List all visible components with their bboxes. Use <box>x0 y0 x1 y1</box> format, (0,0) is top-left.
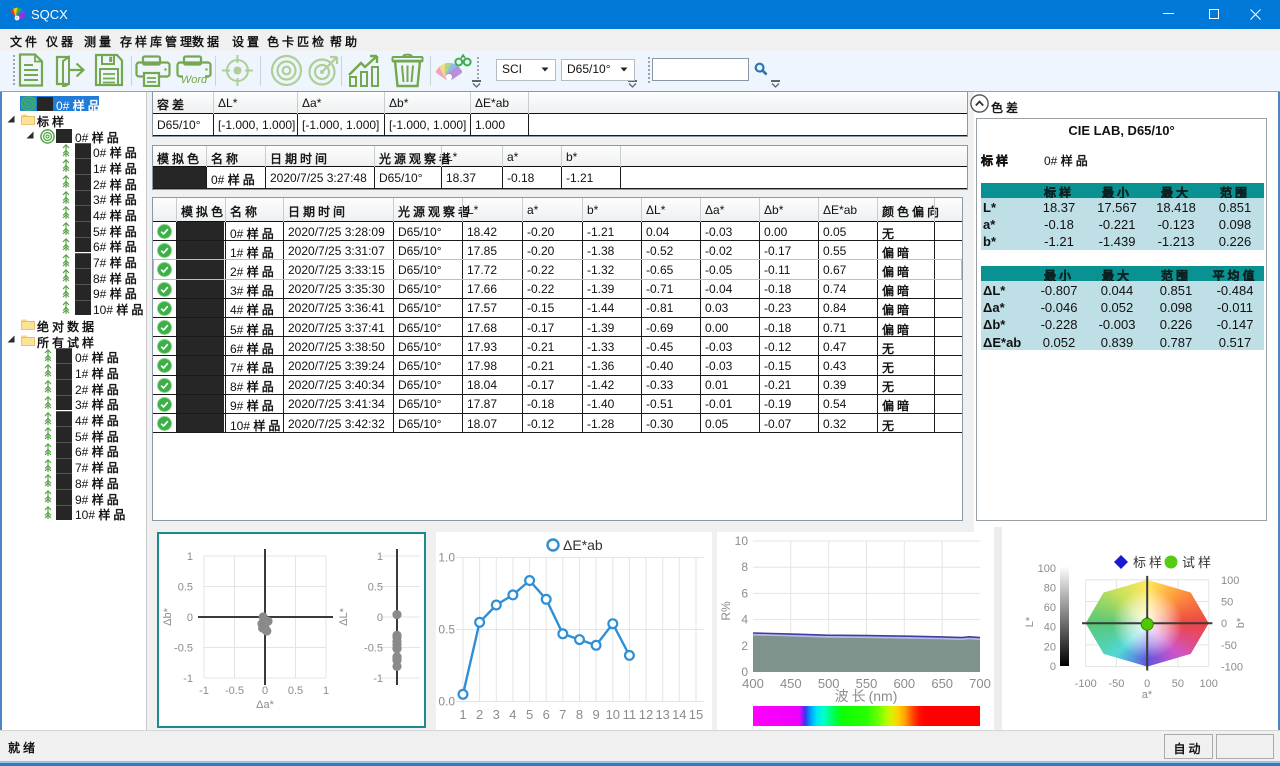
svg-text:Word: Word <box>181 74 208 86</box>
svg-text:100: 100 <box>1200 678 1218 690</box>
svg-text:-50: -50 <box>1221 640 1237 652</box>
svg-text:-0.5: -0.5 <box>174 643 193 655</box>
svg-text:1: 1 <box>459 707 466 722</box>
svg-text:11: 11 <box>623 707 637 722</box>
svg-text:4: 4 <box>509 707 516 722</box>
svg-text:1: 1 <box>187 551 193 563</box>
svg-text:-0.5: -0.5 <box>364 643 383 655</box>
svg-text:1.0: 1.0 <box>438 551 455 565</box>
svg-text:2: 2 <box>476 707 483 722</box>
svg-text:试样: 试样 <box>1182 555 1214 570</box>
svg-text:450: 450 <box>780 676 802 691</box>
svg-text:13: 13 <box>655 707 669 722</box>
svg-text:20: 20 <box>1044 641 1056 653</box>
svg-text:100: 100 <box>1038 563 1056 575</box>
svg-text:波长(nm): 波长(nm) <box>835 688 898 704</box>
svg-text:100: 100 <box>1221 575 1239 587</box>
svg-text:1: 1 <box>323 685 329 697</box>
svg-text:8: 8 <box>576 707 583 722</box>
svg-text:L*: L* <box>1024 616 1036 627</box>
svg-text:1: 1 <box>377 551 383 563</box>
svg-text:80: 80 <box>1044 583 1056 595</box>
svg-text:Δa*: Δa* <box>256 699 274 711</box>
svg-text:10: 10 <box>735 534 749 548</box>
svg-text:6: 6 <box>741 586 748 600</box>
svg-text:Δb*: Δb* <box>162 607 174 625</box>
svg-text:0.5: 0.5 <box>368 582 383 594</box>
svg-text:60: 60 <box>1044 602 1056 614</box>
svg-text:50: 50 <box>1172 678 1184 690</box>
svg-text:0.5: 0.5 <box>178 582 193 594</box>
svg-text:50: 50 <box>1221 597 1233 609</box>
svg-text:14: 14 <box>672 707 686 722</box>
svg-text:400: 400 <box>742 676 764 691</box>
svg-text:6: 6 <box>543 707 550 722</box>
svg-text:2: 2 <box>741 639 748 653</box>
svg-text:0.0: 0.0 <box>438 695 455 709</box>
svg-text:15: 15 <box>689 707 703 722</box>
svg-text:8: 8 <box>741 560 748 574</box>
svg-text:4: 4 <box>741 613 748 627</box>
svg-text:650: 650 <box>931 676 953 691</box>
svg-text:-50: -50 <box>1108 678 1124 690</box>
svg-text:5: 5 <box>526 707 533 722</box>
svg-text:b*: b* <box>1235 617 1247 628</box>
svg-text:a*: a* <box>1142 689 1153 701</box>
svg-text:R%: R% <box>719 601 733 621</box>
svg-text:700: 700 <box>969 676 991 691</box>
svg-text:3: 3 <box>493 707 500 722</box>
svg-text:ΔE*ab: ΔE*ab <box>563 537 603 553</box>
svg-text:0: 0 <box>262 685 268 697</box>
svg-text:12: 12 <box>639 707 653 722</box>
svg-text:-1: -1 <box>373 673 383 685</box>
svg-text:0: 0 <box>1221 618 1227 630</box>
svg-text:-0.5: -0.5 <box>225 685 244 697</box>
svg-text:-100: -100 <box>1075 678 1097 690</box>
svg-text:7: 7 <box>559 707 566 722</box>
svg-text:10: 10 <box>606 707 620 722</box>
svg-text:-100: -100 <box>1221 662 1243 674</box>
svg-text:9: 9 <box>592 707 599 722</box>
svg-text:0: 0 <box>1050 661 1056 673</box>
svg-text:0: 0 <box>187 612 193 624</box>
svg-text:-1: -1 <box>199 685 209 697</box>
svg-text:0.5: 0.5 <box>438 623 455 637</box>
svg-text:0: 0 <box>377 612 383 624</box>
svg-text:标样: 标样 <box>1133 555 1165 570</box>
svg-text:-1: -1 <box>183 673 193 685</box>
svg-text:40: 40 <box>1044 622 1056 634</box>
svg-text:ΔL*: ΔL* <box>338 607 350 625</box>
svg-text:0.5: 0.5 <box>288 685 303 697</box>
